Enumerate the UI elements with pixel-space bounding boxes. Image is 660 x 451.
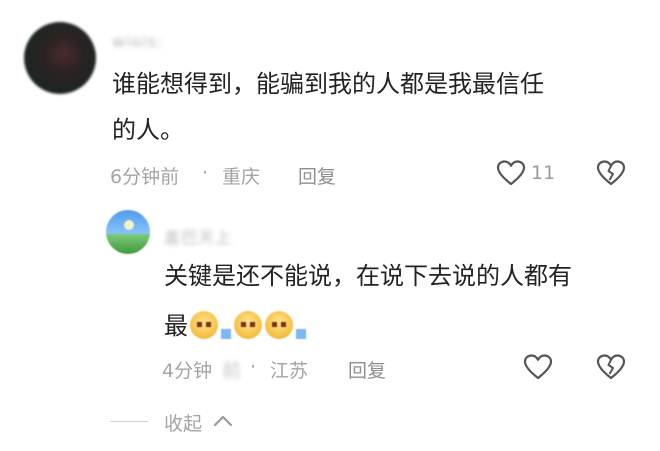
emoji-group: [190, 304, 312, 346]
emoji-face-icon: [265, 311, 293, 339]
collapse-divider: [110, 421, 148, 422]
heart-outline-icon[interactable]: [523, 353, 553, 381]
reply-username[interactable]: 盖巴天上: [164, 224, 232, 248]
comment-text-line: 谁能想得到，能骗到我的人都是我最信任: [112, 70, 544, 98]
reply-button[interactable]: 回复: [298, 162, 336, 189]
broken-heart-icon[interactable]: [596, 353, 626, 381]
like-count: 11: [531, 162, 556, 184]
comment-text-line: 的人。: [112, 116, 184, 144]
chevron-up-icon[interactable]: [212, 412, 234, 430]
avatar-commenter[interactable]: [24, 22, 96, 94]
meta-separator: ·: [202, 162, 209, 184]
comment-time: 6分钟前: [110, 166, 180, 188]
heart-outline-icon[interactable]: [496, 159, 526, 187]
comment-location: 重庆: [222, 166, 261, 188]
emoji-face-icon: [190, 311, 218, 339]
collapse-button[interactable]: 收起: [164, 409, 202, 436]
reply-text-line: 关键是还不能说，在说下去说的人都有: [164, 262, 572, 290]
meta-separator: ·: [250, 356, 257, 378]
comment-username[interactable]: wiois:: [112, 32, 164, 51]
pixel-block: [296, 329, 306, 339]
emoji-face-icon: [234, 311, 262, 339]
reply-button[interactable]: 回复: [348, 356, 386, 383]
broken-heart-icon[interactable]: [596, 159, 626, 187]
pixel-block: [221, 329, 231, 339]
reply-location: 江苏: [270, 360, 309, 382]
reply-time-prefix: 4分钟: [162, 360, 213, 382]
avatar-replier[interactable]: [106, 210, 150, 254]
reply-time-suffix: 前: [222, 360, 242, 382]
reply-text-line: 最: [164, 312, 188, 340]
